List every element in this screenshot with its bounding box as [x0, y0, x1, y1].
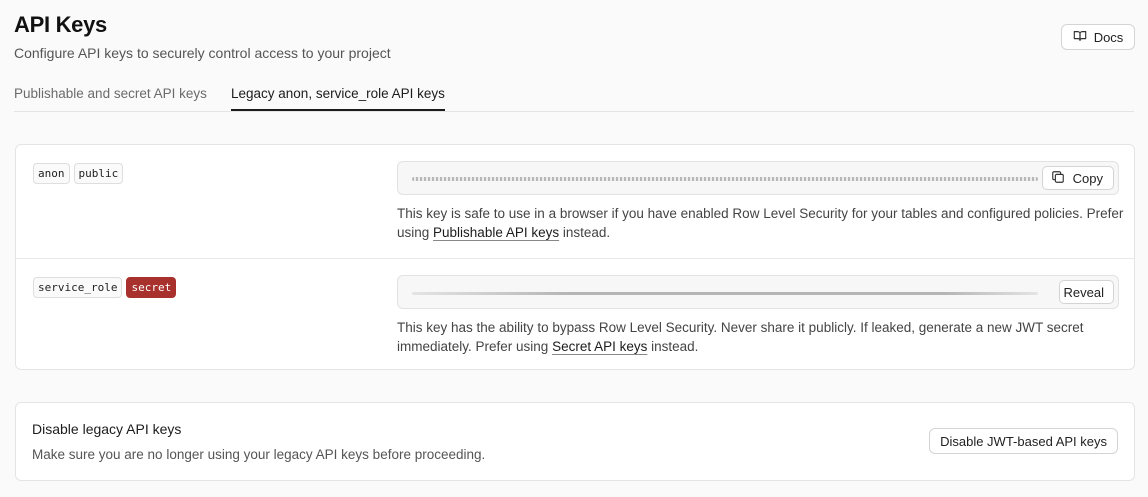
anon-key-row: anon public Copy This key is safe to use…: [16, 145, 1134, 258]
docs-button-label: Docs: [1093, 29, 1124, 45]
service-role-key-masked-value: [412, 292, 1038, 295]
tab-bar: Publishable and secret API keys Legacy a…: [14, 78, 1134, 112]
anon-desc-suffix: instead.: [559, 225, 611, 240]
docs-button[interactable]: Docs: [1061, 24, 1135, 50]
page-subtitle: Configure API keys to securely control a…: [14, 45, 391, 61]
anon-key-description: This key is safe to use in a browser if …: [397, 204, 1127, 242]
anon-tag: anon: [33, 163, 70, 184]
public-tag: public: [73, 163, 124, 184]
disable-legacy-keys-title: Disable legacy API keys: [32, 421, 182, 437]
service-role-desc-text: This key has the ability to bypass Row L…: [397, 320, 1084, 354]
service-role-key-row: service_role secret Reveal This key has …: [16, 258, 1134, 371]
reveal-button[interactable]: Reveal: [1058, 280, 1114, 304]
publishable-api-keys-link[interactable]: Publishable API keys: [433, 225, 559, 240]
service-role-key-tags: service_role secret: [33, 277, 177, 298]
copy-icon: [1051, 170, 1065, 187]
service-role-key-description: This key has the ability to bypass Row L…: [397, 318, 1127, 356]
tab-publishable-secret-keys[interactable]: Publishable and secret API keys: [14, 86, 207, 101]
copy-button-label: Copy: [1072, 170, 1103, 186]
service-role-key-field[interactable]: Reveal: [397, 275, 1119, 309]
legacy-keys-card: anon public Copy This key is safe to use…: [15, 144, 1135, 370]
copy-button[interactable]: Copy: [1041, 166, 1114, 190]
disable-legacy-keys-card: Disable legacy API keys Make sure you ar…: [15, 402, 1135, 481]
anon-key-field[interactable]: Copy: [397, 161, 1119, 195]
book-open-icon: [1073, 29, 1087, 46]
secret-api-keys-link[interactable]: Secret API keys: [552, 339, 647, 354]
anon-key-tags: anon public: [33, 163, 124, 184]
page-title: API Keys: [14, 12, 107, 37]
disable-legacy-keys-description: Make sure you are no longer using your l…: [32, 447, 486, 462]
service-role-desc-suffix: instead.: [647, 339, 699, 354]
secret-tag: secret: [126, 277, 177, 298]
service-role-tag: service_role: [33, 277, 123, 298]
disable-jwt-keys-button[interactable]: Disable JWT-based API keys: [929, 428, 1118, 454]
anon-key-masked-value: [412, 177, 1038, 181]
tab-legacy-keys[interactable]: Legacy anon, service_role API keys: [231, 86, 445, 111]
